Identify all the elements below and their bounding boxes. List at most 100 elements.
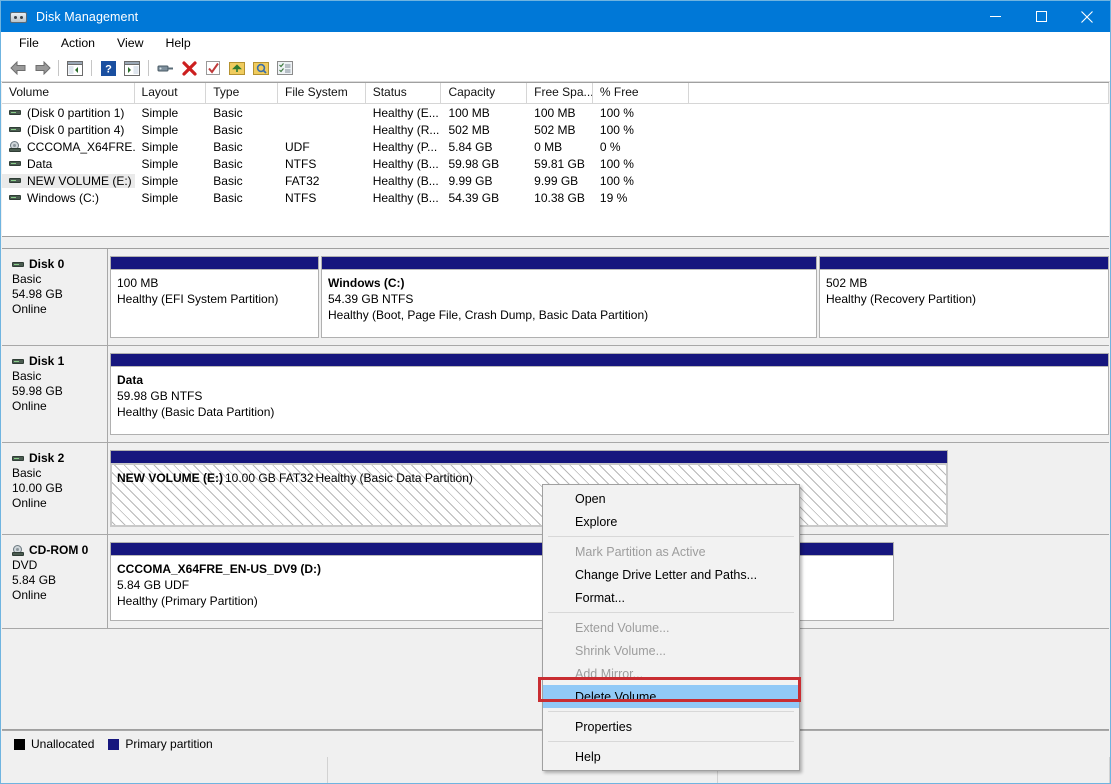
delete-icon[interactable] [177, 57, 201, 79]
partition-context-menu[interactable]: OpenExploreMark Partition as ActiveChang… [542, 484, 800, 771]
cell-type: Basic [206, 123, 278, 137]
maximize-icon[interactable] [1018, 1, 1064, 32]
task-list-icon[interactable] [273, 57, 297, 79]
column-header-capacity[interactable]: Capacity [441, 83, 527, 103]
context-menu-item-help[interactable]: Help [543, 745, 799, 768]
table-row[interactable]: Windows (C:)SimpleBasicNTFSHealthy (B...… [2, 189, 1109, 206]
volume-cell: Data [2, 157, 135, 171]
context-menu-item-delete-volume[interactable]: Delete Volume... [543, 685, 799, 708]
disk-status: Online [12, 302, 107, 317]
disk-type: Basic [12, 466, 107, 481]
column-header-free[interactable]: % Free [593, 83, 689, 103]
volume-label: NEW VOLUME (E:) [27, 174, 132, 188]
table-row[interactable]: (Disk 0 partition 1)SimpleBasicHealthy (… [2, 104, 1109, 121]
context-menu-item-add-mirror: Add Mirror... [543, 662, 799, 685]
legend-label: Primary partition [125, 737, 212, 751]
pane-splitter[interactable] [1, 237, 1110, 248]
partition-block[interactable]: 100 MBHealthy (EFI System Partition) [110, 256, 319, 338]
disk-row[interactable]: Disk 1Basic59.98 GBOnlineData59.98 GB NT… [2, 346, 1109, 443]
export-list-icon[interactable] [225, 57, 249, 79]
column-header-layout[interactable]: Layout [135, 83, 207, 103]
context-menu-item-change-drive-letter-and-paths[interactable]: Change Drive Letter and Paths... [543, 563, 799, 586]
cell-free-spa: 502 MB [527, 123, 593, 137]
cell-file-system: NTFS [278, 157, 366, 171]
disk-status: Online [12, 496, 107, 511]
partition-color-bar [111, 354, 1108, 367]
context-menu-item-format[interactable]: Format... [543, 586, 799, 609]
volume-label: (Disk 0 partition 1) [27, 106, 124, 120]
column-header-volume[interactable]: Volume [2, 83, 135, 103]
menu-action[interactable]: Action [51, 34, 105, 52]
partition-text: 502 MBHealthy (Recovery Partition) [820, 270, 1108, 337]
column-header-status[interactable]: Status [366, 83, 442, 103]
menu-help[interactable]: Help [155, 34, 200, 52]
cell-free-spa: 9.99 GB [527, 174, 593, 188]
table-row[interactable]: (Disk 0 partition 4)SimpleBasicHealthy (… [2, 121, 1109, 138]
context-menu-item-properties[interactable]: Properties [543, 715, 799, 738]
back-arrow-icon[interactable] [6, 57, 30, 79]
partition-block[interactable]: NEW VOLUME (E:)10.00 GB FAT32Healthy (Ba… [110, 450, 948, 527]
disk-name: Disk 2 [12, 451, 107, 465]
context-menu-item-explore[interactable]: Explore [543, 510, 799, 533]
disk-info[interactable]: Disk 0Basic54.98 GBOnline [2, 249, 108, 345]
partition-block[interactable]: Data59.98 GB NTFSHealthy (Basic Data Par… [110, 353, 1109, 435]
cell-status: Healthy (R... [366, 123, 442, 137]
cell-status: Healthy (B... [366, 174, 442, 188]
cell-layout: Simple [135, 123, 207, 137]
cell-type: Basic [206, 157, 278, 171]
legend-swatch [108, 739, 119, 750]
column-header-free-spa[interactable]: Free Spa... [527, 83, 593, 103]
disk-info[interactable]: Disk 1Basic59.98 GBOnline [2, 346, 108, 442]
cell-free-spa: 0 MB [527, 140, 593, 154]
column-header-blank[interactable] [689, 83, 1109, 103]
minimize-icon[interactable] [972, 1, 1018, 32]
show-action-pane-icon[interactable] [120, 57, 144, 79]
table-row[interactable]: CCCOMA_X64FRE...SimpleBasicUDFHealthy (P… [2, 138, 1109, 155]
cell-type: Basic [206, 140, 278, 154]
hard-disk-icon [9, 174, 22, 187]
close-icon[interactable] [1064, 1, 1110, 32]
forward-arrow-icon[interactable] [30, 57, 54, 79]
cell-file-system: NTFS [278, 191, 366, 205]
volume-list-header: VolumeLayoutTypeFile SystemStatusCapacit… [2, 83, 1109, 104]
partition-title: NEW VOLUME (E:) [117, 470, 225, 486]
column-header-type[interactable]: Type [206, 83, 278, 103]
disk-row[interactable]: Disk 0Basic54.98 GBOnline100 MBHealthy (… [2, 249, 1109, 346]
disk-type: Basic [12, 369, 107, 384]
help-icon[interactable]: ? [96, 57, 120, 79]
context-menu-separator [548, 612, 794, 613]
disk-management-icon [10, 9, 28, 25]
svg-text:?: ? [105, 63, 112, 75]
rescan-disks-icon[interactable] [201, 57, 225, 79]
partition-block[interactable]: 502 MBHealthy (Recovery Partition) [819, 256, 1109, 338]
legend-swatch [14, 739, 25, 750]
disk-info[interactable]: CD-ROM 0DVD5.84 GBOnline [2, 535, 108, 628]
disk-type: DVD [12, 558, 107, 573]
volume-label: Data [27, 157, 52, 171]
title-bar: Disk Management [1, 1, 1110, 32]
partition-block[interactable]: Windows (C:)54.39 GB NTFSHealthy (Boot, … [321, 256, 817, 338]
volume-cell: NEW VOLUME (E:) [2, 174, 135, 188]
disk-name-label: Disk 1 [29, 354, 64, 368]
table-row[interactable]: DataSimpleBasicNTFSHealthy (B...59.98 GB… [2, 155, 1109, 172]
context-menu-item-open[interactable]: Open [543, 487, 799, 510]
volume-list-body[interactable]: (Disk 0 partition 1)SimpleBasicHealthy (… [2, 104, 1109, 206]
table-row[interactable]: NEW VOLUME (E:)SimpleBasicFAT32Healthy (… [2, 172, 1109, 189]
menu-file[interactable]: File [9, 34, 49, 52]
volume-cell: Windows (C:) [2, 191, 135, 205]
find-icon[interactable] [249, 57, 273, 79]
properties-icon[interactable] [153, 57, 177, 79]
disk-info[interactable]: Disk 2Basic10.00 GBOnline [2, 443, 108, 534]
cell-free-spa: 59.81 GB [527, 157, 593, 171]
show-hide-console-tree-icon[interactable] [63, 57, 87, 79]
legend-item: Primary partition [108, 737, 212, 751]
cell-free-spa: 100 MB [527, 106, 593, 120]
context-menu-separator [548, 741, 794, 742]
hard-disk-icon [9, 106, 22, 119]
column-header-file-system[interactable]: File System [278, 83, 366, 103]
menu-view[interactable]: View [107, 34, 153, 52]
cell-type: Basic [206, 106, 278, 120]
disk-type: Basic [12, 272, 107, 287]
volume-list-pane[interactable]: VolumeLayoutTypeFile SystemStatusCapacit… [2, 82, 1109, 237]
cell-capacity: 5.84 GB [441, 140, 527, 154]
